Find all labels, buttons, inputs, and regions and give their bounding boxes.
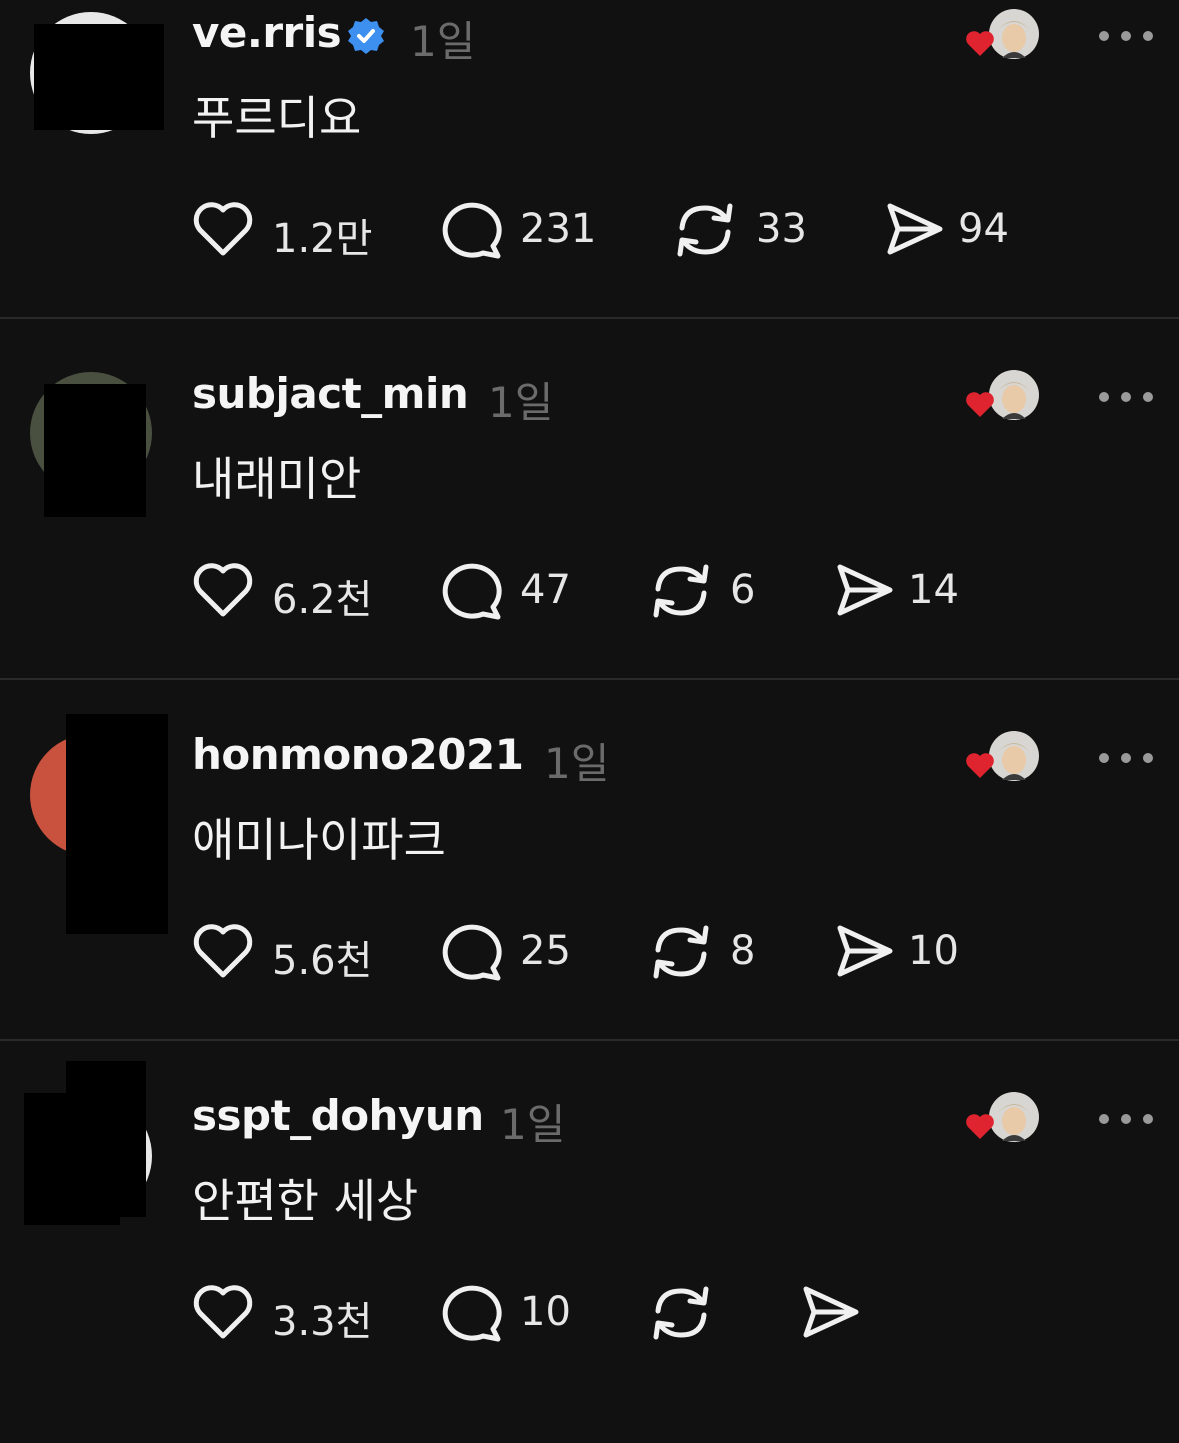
repost-count: 33: [756, 206, 807, 252]
redacted-avatar-block: [34, 24, 164, 130]
repost-icon[interactable]: [648, 1279, 714, 1345]
like-count: 5.6천: [272, 938, 373, 984]
share-count: 94: [958, 206, 1009, 252]
redacted-avatar-block: [24, 1093, 120, 1225]
post-time: 1일: [488, 378, 554, 427]
post-divider: [0, 678, 1179, 680]
liked-by-author-icon: [966, 731, 1039, 781]
reply-count: 47: [520, 567, 571, 613]
heart-icon[interactable]: [190, 1279, 256, 1345]
post-text: 푸르디요: [192, 91, 362, 145]
repost-icon[interactable]: [672, 196, 738, 262]
share-icon[interactable]: [832, 918, 898, 984]
more-icon[interactable]: [1096, 750, 1156, 766]
post[interactable]: sspt_dohyun 1일 안편한 세상 3.3천 10: [0, 1061, 1179, 1443]
post-text: 안편한 세상: [192, 1174, 419, 1228]
heart-icon[interactable]: [190, 196, 256, 262]
post-divider: [0, 1039, 1179, 1041]
post-text: 내래미안: [192, 452, 362, 506]
username[interactable]: sspt_dohyun: [192, 1091, 484, 1140]
more-icon[interactable]: [1096, 1111, 1156, 1127]
comment-icon[interactable]: [438, 1279, 504, 1345]
redacted-avatar-block: [44, 384, 146, 517]
post-time: 1일: [500, 1100, 566, 1149]
username[interactable]: honmono2021: [192, 730, 524, 779]
post-text: 애미나이파크: [192, 813, 446, 867]
verified-icon: [348, 18, 384, 54]
share-icon[interactable]: [798, 1279, 864, 1345]
comment-icon[interactable]: [438, 557, 504, 623]
post-divider: [0, 317, 1179, 319]
like-count: 1.2만: [272, 216, 373, 262]
repost-icon[interactable]: [648, 557, 714, 623]
post[interactable]: honmono2021 1일 애미나이파크 5.6천 25 8 10: [0, 714, 1179, 1082]
share-count: 10: [908, 928, 959, 974]
repost-count: 6: [730, 567, 756, 613]
post[interactable]: subjact_min 1일 내래미안 6.2천 47 6 14: [0, 361, 1179, 721]
reply-count: 231: [520, 206, 597, 252]
more-icon[interactable]: [1096, 389, 1156, 405]
reply-count: 25: [520, 928, 571, 974]
comment-icon[interactable]: [438, 196, 504, 262]
username[interactable]: subjact_min: [192, 369, 469, 418]
heart-icon[interactable]: [190, 918, 256, 984]
heart-icon[interactable]: [190, 557, 256, 623]
like-count: 6.2천: [272, 577, 373, 623]
username[interactable]: ve.rris: [192, 8, 342, 57]
like-count: 3.3천: [272, 1299, 373, 1345]
more-icon[interactable]: [1096, 28, 1156, 44]
repost-count: 8: [730, 928, 756, 974]
repost-icon[interactable]: [648, 918, 714, 984]
share-count: 14: [908, 567, 959, 613]
redacted-avatar-block: [66, 714, 168, 934]
share-icon[interactable]: [832, 557, 898, 623]
post[interactable]: ve.rris 1일 푸르디요 1.2만 231 33 94: [0, 0, 1179, 360]
liked-by-author-icon: [966, 9, 1039, 59]
reply-count: 10: [520, 1289, 571, 1335]
post-time: 1일: [410, 17, 476, 66]
post-time: 1일: [544, 739, 610, 788]
liked-by-author-icon: [966, 1092, 1039, 1142]
comment-icon[interactable]: [438, 918, 504, 984]
share-icon[interactable]: [882, 196, 948, 262]
liked-by-author-icon: [966, 370, 1039, 420]
